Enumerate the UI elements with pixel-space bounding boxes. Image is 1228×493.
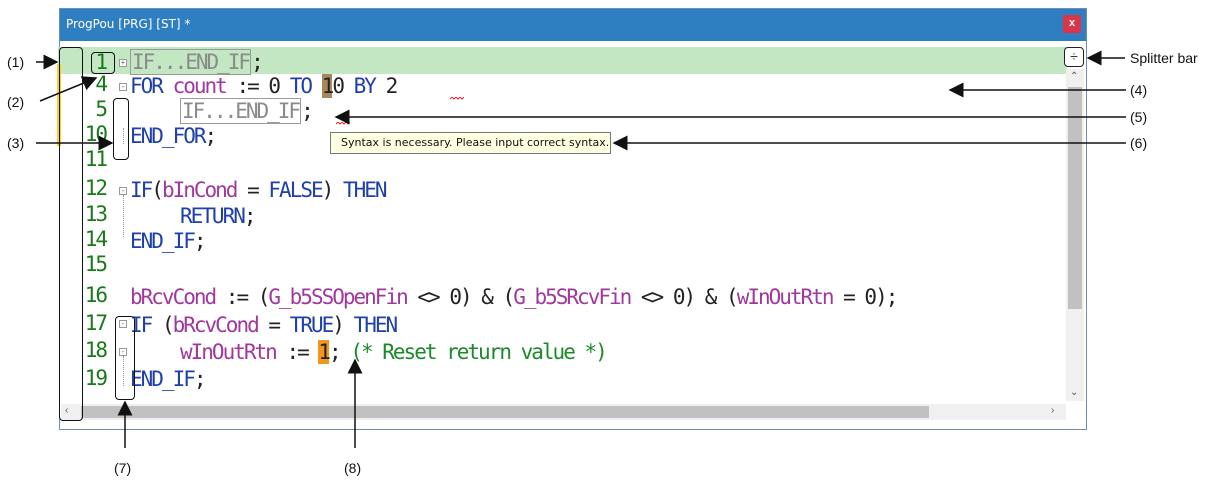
- code-line-13[interactable]: RETURN;: [180, 204, 256, 228]
- callout-4: (4): [1130, 82, 1148, 98]
- collapse-fold-icon[interactable]: -: [119, 187, 127, 195]
- code-line-19[interactable]: END_IF;: [130, 367, 206, 391]
- vertical-scrollbar[interactable]: ⌃ ⌄: [1066, 69, 1084, 401]
- splitter-bar-icon[interactable]: ÷: [1064, 47, 1084, 67]
- error-squiggle: [450, 97, 464, 100]
- horizontal-scrollbar[interactable]: ‹ ›: [61, 404, 1066, 420]
- code-line-16[interactable]: bRcvCond := (G_b5SSOpenFin <> 0) & (G_b5…: [130, 285, 898, 309]
- code-line-18[interactable]: wInOutRtn := 1; (* Reset return value *): [180, 340, 608, 364]
- scroll-up-icon[interactable]: ⌃: [1070, 71, 1078, 82]
- callout-1: (1): [7, 54, 25, 70]
- callout-6: (6): [1130, 135, 1148, 151]
- window-title: ProgPou [PRG] [ST] *: [66, 17, 191, 31]
- title-bar: ProgPou [PRG] [ST] * x: [60, 9, 1086, 41]
- callout-splitter-bar: Splitter bar: [1130, 50, 1198, 66]
- annotation-bracket: [113, 98, 129, 160]
- collapse-fold-icon[interactable]: -: [119, 83, 127, 91]
- scroll-right-icon[interactable]: ›: [1051, 405, 1054, 416]
- close-button[interactable]: x: [1063, 15, 1081, 33]
- code-line-4[interactable]: FOR count := 0 TO 10 BY 2: [130, 74, 398, 98]
- vertical-scroll-thumb[interactable]: [1068, 87, 1082, 309]
- syntax-error-tooltip: Syntax is necessary. Please input correc…: [330, 132, 611, 154]
- callout-2: (2): [7, 94, 25, 110]
- folded-block[interactable]: IF...END_IF: [130, 49, 251, 75]
- code-line-10[interactable]: END_FOR;: [130, 124, 217, 148]
- callout-3: (3): [7, 135, 25, 151]
- constant-highlight: 1: [318, 340, 331, 364]
- expand-fold-icon[interactable]: +: [119, 59, 127, 67]
- text-cursor-highlight: 1: [321, 74, 334, 98]
- code-line-1[interactable]: IF...END_IF;: [130, 49, 264, 75]
- code-line-14[interactable]: END_IF;: [130, 229, 206, 253]
- annotation-bracket: [59, 47, 83, 421]
- callout-8: (8): [344, 460, 362, 476]
- code-line-12[interactable]: IF(bInCond = FALSE) THEN: [130, 178, 387, 202]
- code-line-5[interactable]: IF...END_IF;: [180, 98, 314, 124]
- code-line-17[interactable]: IF (bRcvCond = TRUE) THEN: [130, 313, 398, 337]
- scroll-down-icon[interactable]: ⌄: [1070, 387, 1078, 398]
- error-squiggle: [336, 122, 350, 125]
- fold-guide: [123, 195, 124, 237]
- horizontal-scroll-thumb[interactable]: [81, 406, 929, 418]
- callout-5: (5): [1130, 109, 1148, 125]
- annotation-bracket: [91, 52, 115, 74]
- annotation-bracket: [115, 316, 135, 400]
- folded-block[interactable]: IF...END_IF: [180, 98, 301, 124]
- comment: (* Reset return value *): [350, 340, 607, 364]
- callout-7: (7): [114, 460, 132, 476]
